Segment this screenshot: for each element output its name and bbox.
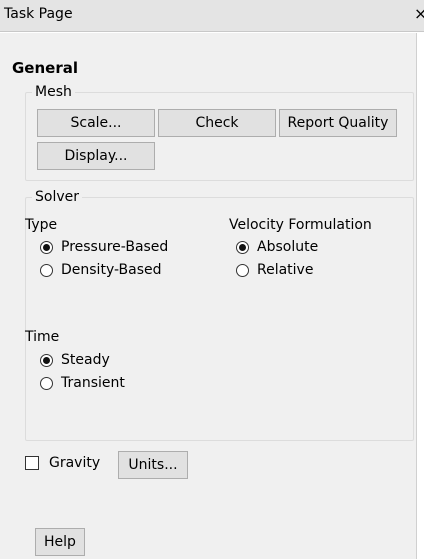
radio-label: Transient: [61, 375, 125, 391]
gravity-checkbox[interactable]: Gravity: [25, 455, 100, 471]
radio-transient[interactable]: Transient: [40, 373, 125, 393]
radio-selected-indicator: [40, 240, 53, 254]
scale-button[interactable]: Scale...: [37, 109, 155, 137]
radio-label: Pressure-Based: [61, 239, 169, 255]
units-button[interactable]: Units...: [118, 451, 188, 479]
radio-label: Relative: [257, 262, 314, 278]
radio-indicator: [40, 263, 53, 277]
time-label: Time: [25, 329, 60, 345]
check-button[interactable]: Check: [158, 109, 276, 137]
radio-density-based[interactable]: Density-Based: [40, 260, 162, 280]
help-button[interactable]: Help: [35, 528, 85, 556]
radio-selected-indicator: [40, 353, 53, 367]
close-icon[interactable]: ×: [414, 4, 424, 23]
velocity-formulation-label: Velocity Formulation: [229, 217, 372, 233]
radio-pressure-based[interactable]: Pressure-Based: [40, 237, 168, 257]
radio-relative[interactable]: Relative: [236, 260, 313, 280]
checkbox-box: [25, 456, 39, 470]
page-title: General: [12, 59, 78, 77]
type-label: Type: [25, 217, 58, 233]
report-quality-button[interactable]: Report Quality: [279, 109, 397, 137]
radio-indicator: [40, 376, 53, 390]
radio-steady[interactable]: Steady: [40, 350, 110, 370]
radio-label: Density-Based: [61, 262, 162, 278]
radio-absolute[interactable]: Absolute: [236, 237, 318, 257]
display-button[interactable]: Display...: [37, 142, 155, 170]
gravity-label: Gravity: [49, 455, 101, 471]
mesh-legend: Mesh: [35, 84, 72, 100]
radio-label: Absolute: [257, 239, 319, 255]
radio-indicator: [236, 263, 249, 277]
window-title: Task Page: [4, 6, 73, 22]
solver-legend: Solver: [35, 189, 79, 205]
radio-selected-indicator: [236, 240, 249, 254]
task-page-panel: General Mesh Scale... Check Report Quali…: [0, 33, 417, 559]
task-page-titlebar: Task Page ×: [0, 0, 424, 32]
radio-label: Steady: [61, 352, 110, 368]
